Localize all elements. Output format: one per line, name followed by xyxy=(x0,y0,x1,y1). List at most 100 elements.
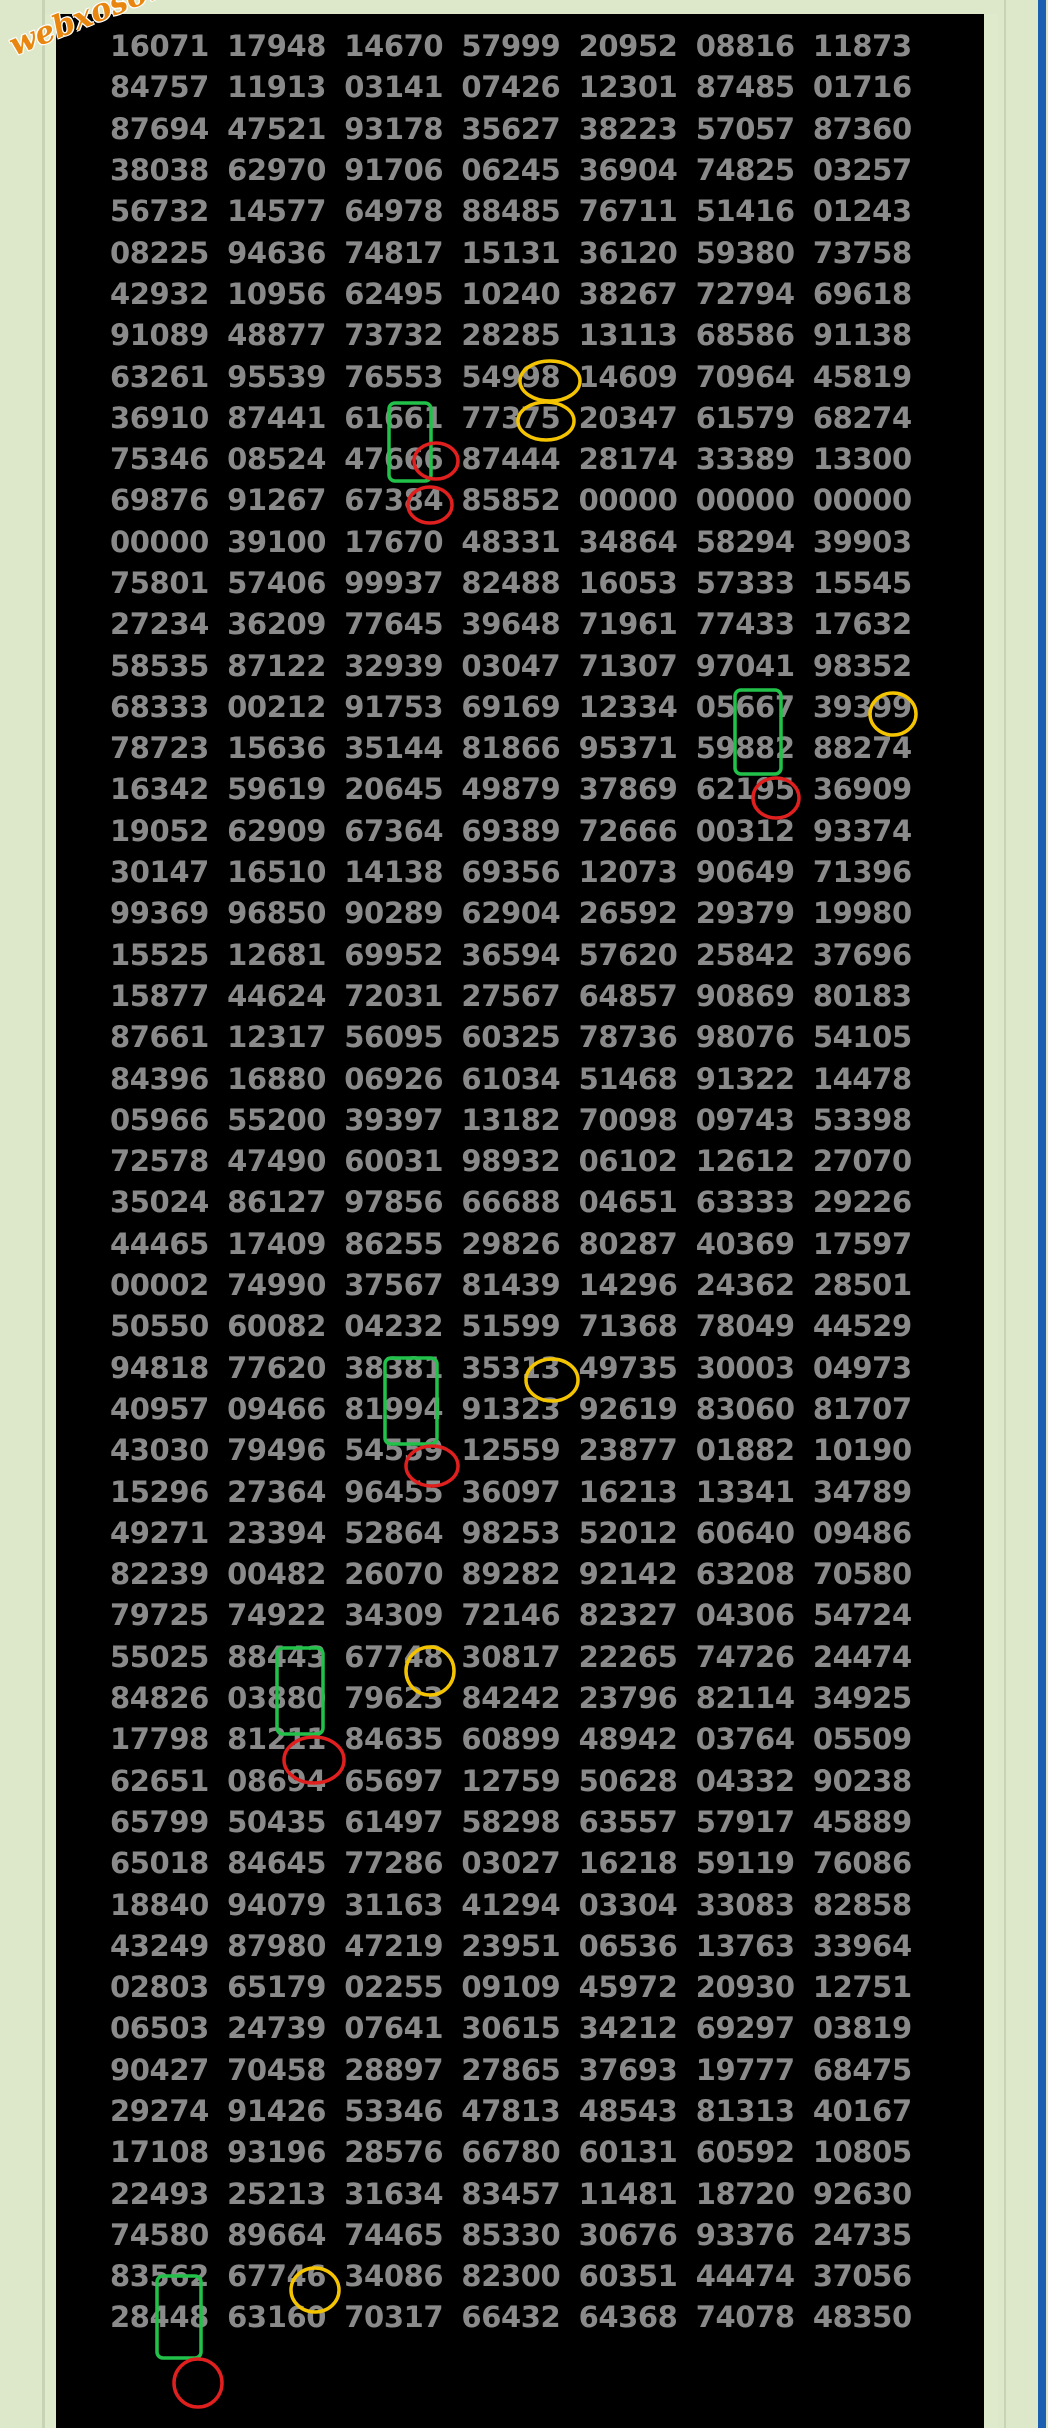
number-cell: 36910 xyxy=(110,400,209,435)
number-cell: 62909 xyxy=(227,813,327,848)
number-cell: 11913 xyxy=(227,70,327,105)
number-cell: 20347 xyxy=(578,400,678,435)
number-row: 82239 00482 26070 89282 92142 63208 70580 xyxy=(110,1554,930,1595)
number-cell: 47219 xyxy=(344,1928,444,1963)
number-cell: 37693 xyxy=(578,2052,678,2087)
number-cell: 37869 xyxy=(578,772,678,807)
number-cell: 68586 xyxy=(695,318,795,353)
number-cell: 43030 xyxy=(110,1433,209,1468)
number-cell: 77433 xyxy=(695,607,795,642)
number-cell: 63208 xyxy=(695,1557,795,1592)
number-cell: 69618 xyxy=(812,276,912,311)
number-cell: 93374 xyxy=(812,813,912,848)
number-cell: 08524 xyxy=(227,442,327,477)
number-cell: 67384 xyxy=(344,483,444,518)
number-cell: 70098 xyxy=(578,1102,678,1137)
number-board: 16071 17948 14670 57999 20952 08816 11873 84757… xyxy=(56,14,984,2428)
number-cell: 81707 xyxy=(812,1391,912,1426)
number-row: 58535 87122 32939 03047 71307 97041 98352 xyxy=(110,645,930,686)
number-cell: 83060 xyxy=(695,1391,795,1426)
number-cell: 79623 xyxy=(344,1681,444,1716)
number-cell: 55025 xyxy=(110,1639,209,1674)
number-row: 69876 91267 67384 85852 00000 00000 00000 xyxy=(110,480,930,521)
number-cell: 66688 xyxy=(461,1185,561,1220)
number-cell: 17597 xyxy=(812,1226,912,1261)
number-cell: 88443 xyxy=(227,1639,327,1674)
number-cell: 63261 xyxy=(110,359,209,394)
number-cell: 76711 xyxy=(578,194,678,229)
number-cell: 92619 xyxy=(578,1391,678,1426)
number-cell: 91753 xyxy=(344,689,444,724)
number-cell: 49735 xyxy=(578,1350,678,1385)
number-cell: 33083 xyxy=(695,1887,795,1922)
number-cell: 91138 xyxy=(812,318,912,353)
number-cell: 28501 xyxy=(812,1268,912,1303)
number-cell: 30003 xyxy=(695,1350,795,1385)
number-cell: 01243 xyxy=(812,194,912,229)
number-row: 06503 24739 07641 30615 34212 69297 03819 xyxy=(110,2008,930,2049)
number-cell: 59119 xyxy=(695,1846,795,1881)
number-cell: 38381 xyxy=(344,1350,444,1385)
number-cell: 38267 xyxy=(578,276,678,311)
number-cell: 61497 xyxy=(344,1804,444,1839)
number-cell: 96850 xyxy=(227,896,327,931)
number-cell: 98076 xyxy=(695,1020,795,1055)
number-cell: 47521 xyxy=(227,111,327,146)
number-cell: 68274 xyxy=(812,400,912,435)
number-cell: 02803 xyxy=(110,1970,209,2005)
number-cell: 77620 xyxy=(227,1350,327,1385)
number-cell: 00002 xyxy=(110,1268,209,1303)
number-cell: 60351 xyxy=(578,2259,678,2294)
number-cell: 40167 xyxy=(812,2093,912,2128)
number-row: 84757 11913 03141 07426 12301 87485 01716 xyxy=(110,67,930,108)
number-cell: 91089 xyxy=(110,318,209,353)
number-cell: 20930 xyxy=(695,1970,795,2005)
number-cell: 17632 xyxy=(812,607,912,642)
number-cell: 65018 xyxy=(110,1846,209,1881)
number-cell: 09466 xyxy=(227,1391,327,1426)
number-cell: 69876 xyxy=(110,483,209,518)
number-row: 15525 12681 69952 36594 57620 25842 37696 xyxy=(110,935,930,976)
number-cell: 19052 xyxy=(110,813,209,848)
number-cell: 04232 xyxy=(344,1309,444,1344)
number-cell: 17670 xyxy=(344,524,444,559)
number-cell: 07641 xyxy=(344,2011,444,2046)
number-cell: 45819 xyxy=(812,359,912,394)
number-cell: 16510 xyxy=(227,855,327,890)
number-row: 65018 84645 77286 03027 16218 59119 76086 xyxy=(110,1843,930,1884)
number-cell: 44624 xyxy=(227,978,327,1013)
number-cell: 69952 xyxy=(344,937,444,972)
number-cell: 19980 xyxy=(812,896,912,931)
number-cell: 16071 xyxy=(110,29,209,64)
number-cell: 00000 xyxy=(812,483,912,518)
number-cell: 12334 xyxy=(578,689,678,724)
number-cell: 15636 xyxy=(227,731,327,766)
number-cell: 72578 xyxy=(110,1144,209,1179)
number-cell: 23796 xyxy=(578,1681,678,1716)
number-cell: 06102 xyxy=(578,1144,678,1179)
number-cell: 24735 xyxy=(812,2217,912,2252)
number-cell: 48543 xyxy=(578,2093,678,2128)
number-cell: 70458 xyxy=(227,2052,327,2087)
number-cell: 70580 xyxy=(812,1557,912,1592)
number-cell: 90649 xyxy=(695,855,795,890)
number-cell: 39100 xyxy=(227,524,327,559)
number-cell: 09743 xyxy=(695,1102,795,1137)
number-cell: 57057 xyxy=(695,111,795,146)
number-cell: 60325 xyxy=(461,1020,561,1055)
number-row: 56732 14577 64978 88485 76711 51416 01243 xyxy=(110,191,930,232)
number-row: 44465 17409 86255 29826 80287 40369 17597 xyxy=(110,1224,930,1265)
number-cell: 03047 xyxy=(461,648,561,683)
number-cell: 87122 xyxy=(227,648,327,683)
number-cell: 59380 xyxy=(695,235,795,270)
number-cell: 69356 xyxy=(461,855,561,890)
number-cell: 55200 xyxy=(227,1102,327,1137)
number-row: 15296 27364 96455 36097 16213 13341 34789 xyxy=(110,1471,930,1512)
number-cell: 87444 xyxy=(461,442,561,477)
number-cell: 57999 xyxy=(461,29,561,64)
number-cell: 76553 xyxy=(344,359,444,394)
number-cell: 71307 xyxy=(578,648,678,683)
number-cell: 62904 xyxy=(461,896,561,931)
number-cell: 77375 xyxy=(461,400,561,435)
number-cell: 95539 xyxy=(227,359,327,394)
